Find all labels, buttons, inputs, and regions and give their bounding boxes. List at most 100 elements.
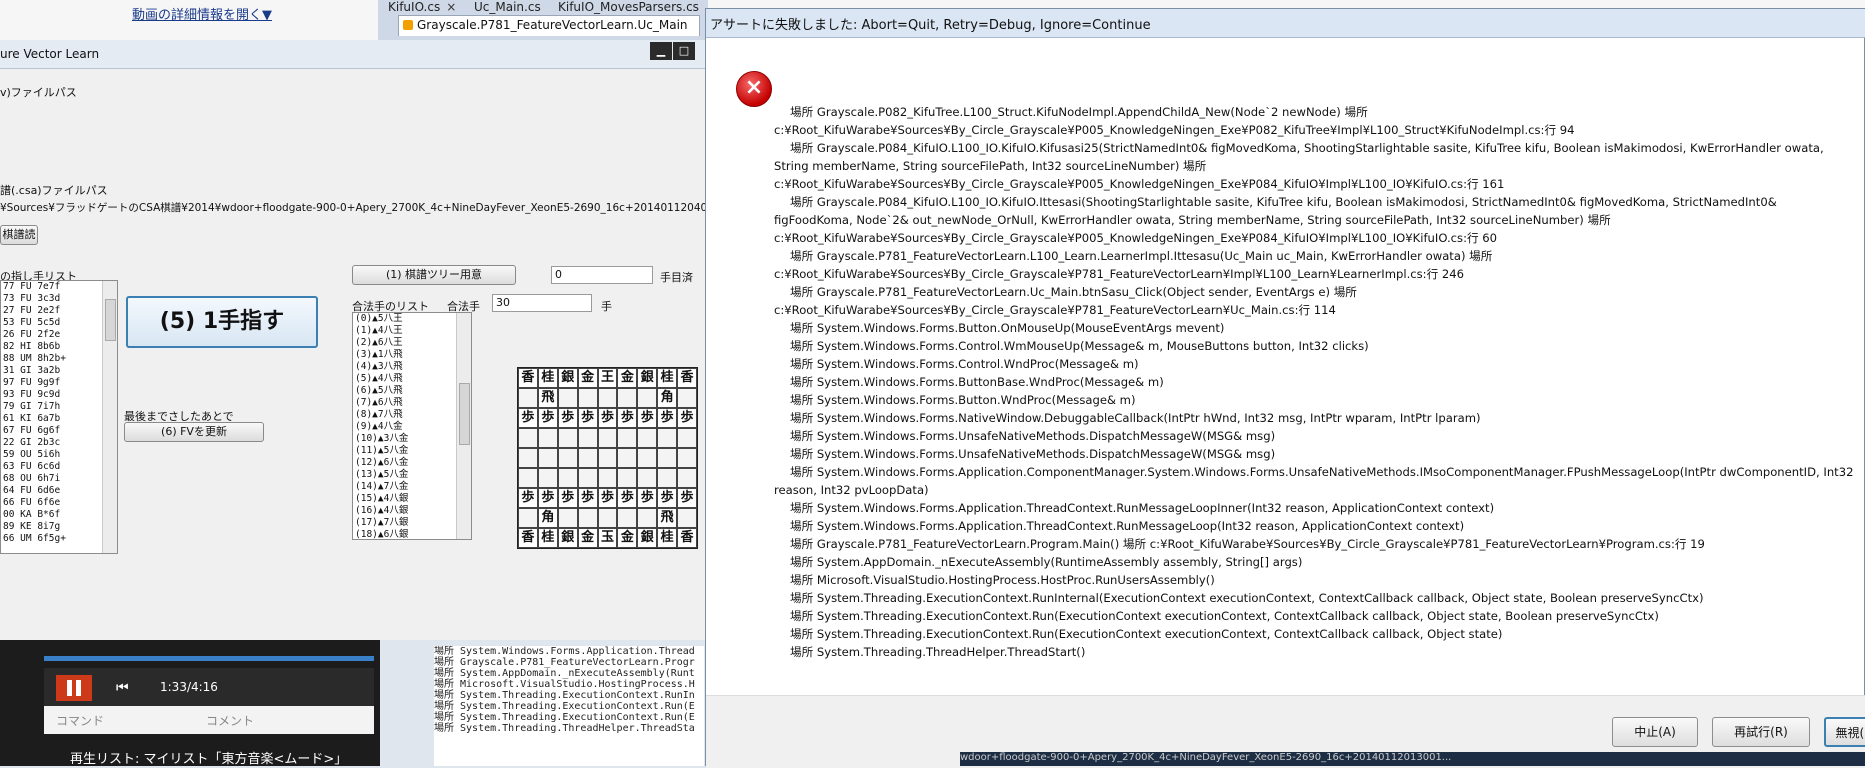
board-square[interactable] — [597, 448, 618, 468]
command-input[interactable]: コマンド — [56, 712, 104, 729]
move-list-item[interactable]: 31 GI 3a2b — [1, 365, 117, 377]
board-square[interactable] — [518, 448, 538, 468]
retry-button[interactable]: 再試行(R) — [1712, 717, 1810, 747]
move-list-item[interactable]: 77 FU 7e7f — [1, 281, 117, 293]
make-one-move-button[interactable]: (5) 1手指す — [126, 296, 318, 348]
board-square[interactable] — [637, 468, 658, 488]
board-square[interactable]: 歩 — [518, 488, 538, 508]
board-square[interactable]: 歩 — [557, 408, 578, 428]
move-list-item[interactable]: 68 OU 6h7i — [1, 473, 117, 485]
legal-move-item[interactable]: (2)▲6八王 — [353, 337, 471, 349]
board-square[interactable] — [617, 468, 638, 488]
board-square[interactable] — [617, 428, 638, 448]
console-line[interactable]: 場所 System.Threading.ExecutionContext.Run… — [434, 690, 704, 701]
console-line[interactable]: 場所 System.Threading.ExecutionContext.Run… — [434, 701, 704, 712]
move-list-item[interactable]: 88 UM 8h2b+ — [1, 353, 117, 365]
board-square[interactable]: 歩 — [597, 408, 618, 428]
board-square[interactable]: 金 — [617, 368, 638, 388]
minimize-icon[interactable]: ▁ — [650, 42, 672, 60]
editor-tab[interactable]: KifuIO_MovesParsers.cs — [558, 0, 699, 14]
scroll-thumb[interactable] — [105, 299, 116, 341]
shogi-board[interactable]: 香桂銀金王金銀桂香飛角歩歩歩歩歩歩歩歩歩歩歩歩歩歩歩歩歩歩角飛香桂銀金玉金銀桂香 — [517, 367, 698, 549]
legal-move-item[interactable]: (11)▲5八金 — [353, 445, 471, 457]
board-square[interactable] — [557, 428, 578, 448]
console-line[interactable]: 場所 Grayscale.P781_FeatureVectorLearn.Pro… — [434, 657, 704, 668]
board-square[interactable]: 桂 — [537, 528, 558, 548]
move-list-item[interactable]: 63 FU 6c6d — [1, 461, 117, 473]
board-square[interactable]: 角 — [657, 388, 678, 408]
board-square[interactable] — [637, 508, 658, 528]
board-square[interactable] — [577, 508, 598, 528]
board-square[interactable]: 桂 — [537, 368, 558, 388]
legal-move-item[interactable]: (3)▲1八飛 — [353, 349, 471, 361]
board-square[interactable]: 銀 — [557, 528, 578, 548]
move-list-item[interactable]: 53 FU 5c5d — [1, 317, 117, 329]
abort-button[interactable]: 中止(A) — [1612, 717, 1698, 747]
comment-input[interactable]: コメント — [206, 712, 254, 729]
move-list-item[interactable]: 67 FU 6g6f — [1, 425, 117, 437]
legal-move-item[interactable]: (8)▲7八飛 — [353, 409, 471, 421]
ignore-button[interactable]: 無視(I) — [1824, 717, 1865, 747]
editor-tab-active[interactable]: Grayscale.P781_FeatureVectorLearn.Uc_Mai… — [398, 15, 700, 36]
window-titlebar[interactable]: ure Vector Learn ▁ □ — [0, 40, 707, 69]
board-square[interactable]: 玉 — [597, 528, 618, 548]
legal-move-item[interactable]: (9)▲4八金 — [353, 421, 471, 433]
board-square[interactable]: 歩 — [637, 488, 658, 508]
board-square[interactable] — [597, 428, 618, 448]
console-line[interactable]: 場所 System.Threading.ThreadHelper.ThreadS… — [434, 723, 704, 734]
legal-move-item[interactable]: (1)▲4八王 — [353, 325, 471, 337]
move-list-item[interactable]: 27 FU 2e2f — [1, 305, 117, 317]
seek-bar[interactable] — [44, 656, 374, 661]
editor-tab[interactable]: Uc_Main.cs — [474, 0, 541, 14]
board-square[interactable]: 香 — [677, 368, 697, 388]
board-square[interactable] — [557, 468, 578, 488]
legal-move-item[interactable]: (7)▲6八飛 — [353, 397, 471, 409]
move-list-item[interactable]: 66 UM 6f5g+ — [1, 533, 117, 545]
board-square[interactable]: 銀 — [637, 368, 658, 388]
editor-tab[interactable]: KifuIO.cs × — [388, 0, 456, 14]
board-square[interactable]: 銀 — [557, 368, 578, 388]
legal-move-item[interactable]: (13)▲5八金 — [353, 469, 471, 481]
legal-move-item[interactable]: (4)▲3八飛 — [353, 361, 471, 373]
board-square[interactable] — [537, 468, 558, 488]
board-square[interactable]: 歩 — [617, 488, 638, 508]
scroll-thumb[interactable] — [459, 383, 470, 445]
board-square[interactable] — [557, 508, 578, 528]
legal-move-item[interactable]: (16)▲4八銀 — [353, 505, 471, 517]
console-line[interactable]: 場所 System.Windows.Forms.Application.Thre… — [434, 646, 704, 657]
legal-move-item[interactable]: (5)▲4八飛 — [353, 373, 471, 385]
legal-moves-list[interactable]: (0)▲5八王 (1)▲4八王 (2)▲6八王 (3)▲1八飛 (4)▲3八飛 (5)▲4… — [352, 312, 472, 540]
board-square[interactable] — [677, 448, 697, 468]
board-square[interactable]: 飛 — [537, 388, 558, 408]
moves-list[interactable]: 77 FU 7e7f 73 FU 3c3d 27 FU 2e2f 53 FU 5c5d… — [0, 280, 118, 554]
board-square[interactable] — [657, 468, 678, 488]
board-square[interactable] — [557, 448, 578, 468]
taskbar-item[interactable]: wdoor+floodgate-900-0+Apery_2700K_4c+Nin… — [960, 752, 1865, 766]
maximize-icon[interactable]: □ — [673, 42, 695, 60]
update-fv-button[interactable]: (6) FVを更新 — [124, 422, 264, 442]
pause-icon[interactable] — [56, 675, 92, 701]
board-square[interactable] — [597, 468, 618, 488]
board-square[interactable] — [677, 468, 697, 488]
video-details-link[interactable]: 動画の詳細情報を開く▼ — [132, 4, 272, 23]
board-square[interactable]: 金 — [577, 528, 598, 548]
board-square[interactable]: 香 — [518, 368, 538, 388]
board-square[interactable]: 歩 — [537, 408, 558, 428]
board-square[interactable] — [657, 428, 678, 448]
board-square[interactable] — [657, 448, 678, 468]
move-list-item[interactable]: 82 HI 8b6b — [1, 341, 117, 353]
board-square[interactable]: 歩 — [657, 408, 678, 428]
board-square[interactable]: 歩 — [537, 488, 558, 508]
board-square[interactable] — [677, 508, 697, 528]
board-square[interactable]: 歩 — [557, 488, 578, 508]
legal-move-item[interactable]: (0)▲5八王 — [353, 313, 471, 325]
move-list-item[interactable]: 22 GI 2b3c — [1, 437, 117, 449]
board-square[interactable] — [597, 508, 618, 528]
board-square[interactable]: 金 — [617, 528, 638, 548]
board-square[interactable] — [617, 448, 638, 468]
console-line[interactable]: 場所 Microsoft.VisualStudio.HostingProcess… — [434, 679, 704, 690]
board-square[interactable] — [637, 388, 658, 408]
move-list-item[interactable]: 26 FU 2f2e — [1, 329, 117, 341]
board-square[interactable]: 香 — [677, 528, 697, 548]
move-list-item[interactable]: 61 KI 6a7b — [1, 413, 117, 425]
